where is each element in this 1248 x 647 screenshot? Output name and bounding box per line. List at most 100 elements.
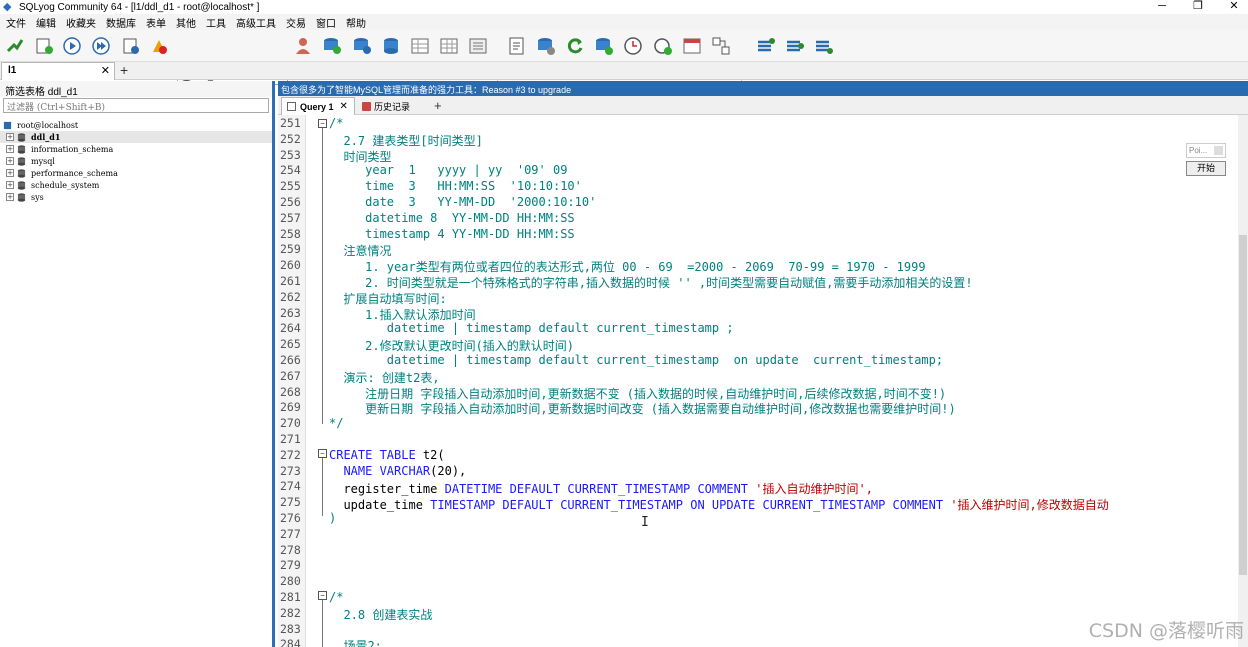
notes-icon[interactable] — [506, 35, 528, 57]
connection-tab[interactable]: l1 ✕ — [1, 62, 115, 80]
line-number: 279 — [280, 558, 301, 573]
expand-icon[interactable]: + — [6, 133, 14, 141]
table-diagnostics-icon[interactable] — [467, 35, 489, 57]
schema-designer-icon[interactable] — [148, 35, 170, 57]
database-icon — [17, 168, 26, 178]
tree-root-label: root@localhost — [17, 120, 79, 130]
sql-line-275: update_time TIMESTAMP DEFAULT CURRENT_TI… — [329, 498, 1109, 512]
upgrade-banner[interactable]: 包含很多为了智能MySQL管理而准备的强力工具：Reason #3 to upg… — [278, 81, 1248, 96]
close-icon[interactable]: ✕ — [340, 101, 348, 112]
export-database-icon[interactable] — [784, 35, 806, 57]
new-query-icon[interactable] — [33, 35, 55, 57]
expand-icon[interactable]: + — [6, 193, 14, 201]
query-tab-strip: Query 1 ✕ 历史记录 + — [278, 96, 1248, 115]
tree-item-label: information_schema — [31, 144, 114, 154]
sql-editor[interactable]: 251 /* 252 2.7 建表类型[时间类型] 253 时间类型 254 year … — [278, 115, 1248, 647]
execute-all-icon[interactable] — [90, 35, 112, 57]
fold-toggle-icon[interactable]: − — [318, 119, 327, 128]
fold-toggle-icon[interactable]: − — [318, 591, 327, 600]
code-line: datetime | timestamp default current_tim… — [329, 353, 944, 367]
expand-icon[interactable]: + — [6, 181, 14, 189]
line-number: 251 — [280, 116, 301, 130]
tree-item-database[interactable]: + ddl_d1 — [0, 131, 272, 143]
tab-history[interactable]: 历史记录 — [357, 97, 427, 115]
refresh-icon[interactable] — [564, 35, 586, 57]
line-number: 283 — [280, 621, 301, 636]
stop-icon[interactable] — [120, 35, 142, 57]
minimize-button[interactable]: ─ — [1154, 0, 1170, 13]
query-profiler-icon[interactable] — [652, 35, 674, 57]
migration-icon[interactable] — [813, 35, 835, 57]
database-icon — [17, 180, 26, 190]
new-connection-icon[interactable] — [4, 35, 26, 57]
menu-advanced-tools[interactable]: 高级工具 — [236, 15, 276, 30]
backup-database-icon[interactable] — [351, 35, 373, 57]
poi-field[interactable]: Poi... — [1186, 143, 1226, 158]
expand-icon[interactable]: + — [6, 145, 14, 153]
create-database-icon[interactable] — [321, 35, 343, 57]
connection-tab-strip — [0, 62, 1248, 80]
restore-button[interactable]: ❐ — [1190, 0, 1206, 13]
user-manager-icon[interactable] — [292, 35, 314, 57]
menu-table[interactable]: 表单 — [146, 15, 166, 30]
code-line: 1. year类型有两位或者四位的表达形式,两位 00 - 69 =2000 -… — [329, 260, 926, 275]
code-line: datetime 8 YY-MM-DD HH:MM:SS — [329, 210, 575, 225]
database-icon — [17, 192, 26, 202]
menu-tools[interactable]: 工具 — [206, 15, 226, 30]
tree-item-database[interactable]: + information_schema — [0, 143, 272, 155]
sync-database-icon[interactable] — [535, 35, 557, 57]
scrollbar-thumb[interactable] — [1239, 235, 1247, 575]
code-line: /* — [329, 116, 344, 130]
line-number: 271 — [280, 432, 301, 446]
tree-item-database[interactable]: + schedule_system — [0, 179, 272, 191]
line-number: 284 — [280, 637, 301, 647]
expand-icon[interactable]: + — [6, 169, 14, 177]
menu-file[interactable]: 文件 — [6, 15, 26, 30]
visual-data-compare-icon[interactable] — [681, 35, 703, 57]
menu-favorites[interactable]: 收藏夹 — [66, 15, 96, 30]
menu-bar: 文件 编辑 收藏夹 数据库 表单 其他 工具 高级工具 交易 窗口 帮助 — [0, 14, 1248, 30]
database-icon — [17, 132, 26, 142]
line-number: 259 — [280, 242, 301, 257]
code-line: 2. 时间类型就是一个特殊格式的字符串,插入数据的时候 '' ,时间类型需要自动… — [329, 276, 973, 290]
code-line: 时间类型 — [329, 149, 392, 164]
connection-tab-label: l1 — [8, 65, 17, 76]
fold-toggle-icon[interactable]: − — [318, 449, 327, 458]
menu-transaction[interactable]: 交易 — [286, 15, 306, 30]
line-number: 253 — [280, 147, 301, 162]
tab-query-1[interactable]: Query 1 ✕ — [281, 97, 355, 115]
expand-icon[interactable]: + — [6, 157, 14, 165]
menu-other[interactable]: 其他 — [176, 15, 196, 30]
editor-scrollbar[interactable] — [1238, 115, 1248, 647]
line-number: 275 — [280, 495, 301, 510]
menu-database[interactable]: 数据库 — [106, 15, 136, 30]
execute-query-icon[interactable] — [61, 35, 83, 57]
menu-edit[interactable]: 编辑 — [36, 15, 56, 30]
copy-database-icon[interactable] — [755, 35, 777, 57]
restore-database-icon[interactable] — [380, 35, 402, 57]
close-button[interactable]: ✕ — [1226, 0, 1242, 13]
start-button[interactable]: 开始 — [1186, 161, 1226, 176]
tree-item-database[interactable]: + sys — [0, 191, 272, 203]
schema-sync-icon[interactable] — [710, 35, 732, 57]
scheduler-clock-icon[interactable] — [622, 35, 644, 57]
code-line: timestamp 4 YY-MM-DD HH:MM:SS — [329, 226, 575, 241]
code-line: 2.7 建表类型[时间类型] — [329, 133, 483, 148]
tree-root-connection[interactable]: root@localhost — [0, 119, 272, 131]
add-query-tab-button[interactable]: + — [434, 98, 442, 113]
table-data-icon[interactable] — [409, 35, 431, 57]
history-icon — [362, 101, 371, 111]
menu-window[interactable]: 窗口 — [316, 15, 336, 30]
line-number: 267 — [280, 368, 301, 383]
code-line: 1.插入默认添加时间 — [329, 307, 476, 322]
database-icon — [17, 144, 26, 154]
tree-item-database[interactable]: + mysql — [0, 155, 272, 167]
import-icon[interactable] — [593, 35, 615, 57]
tree-item-database[interactable]: + performance_schema — [0, 167, 272, 179]
menu-help[interactable]: 帮助 — [346, 15, 366, 30]
table-filter-input[interactable]: 过滤器 (Ctrl+Shift+B) — [3, 98, 269, 113]
add-connection-tab-button[interactable]: + — [120, 63, 128, 77]
close-icon[interactable]: ✕ — [101, 63, 110, 79]
code-line: 2.修改默认更改时间(插入的默认时间) — [329, 339, 575, 354]
grid-icon[interactable] — [438, 35, 460, 57]
